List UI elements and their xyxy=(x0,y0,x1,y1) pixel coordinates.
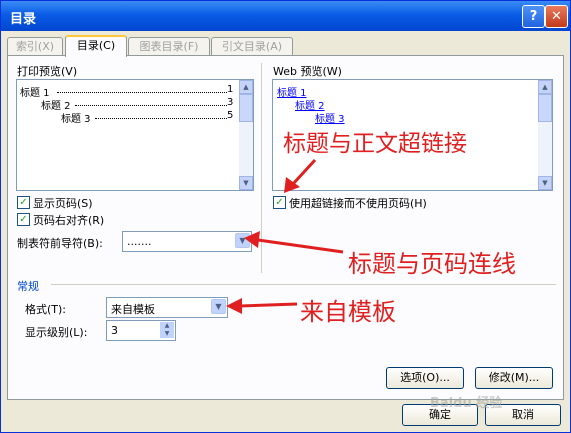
spin-down-icon[interactable]: ▼ xyxy=(160,330,174,338)
chevron-down-icon[interactable]: ▼ xyxy=(211,299,226,314)
print-preview-label: 打印预览(V) xyxy=(17,65,78,78)
print-preview-box: 标题 1 标题 2 标题 3 1 3 5 ▲ ▼ xyxy=(16,79,254,191)
column-divider xyxy=(261,63,262,273)
format-select[interactable]: 来自模板 ▼ xyxy=(106,297,228,318)
levels-value: 3 xyxy=(111,324,118,337)
scroll-thumb[interactable] xyxy=(239,94,253,122)
tab-leader-select[interactable]: ....... ▼ xyxy=(122,231,252,252)
format-label: 格式(T): xyxy=(25,303,67,316)
spin-up-icon[interactable]: ▲ xyxy=(160,322,174,330)
general-group-label: 常规 xyxy=(17,280,39,293)
watermark: Baidu 经验 xyxy=(430,396,503,411)
show-page-numbers-label: 显示页码(S) xyxy=(33,197,93,210)
show-page-numbers-checkbox[interactable]: ✓ xyxy=(17,196,30,209)
annotation-template: 来自模板 xyxy=(300,298,396,326)
levels-label: 显示级别(L): xyxy=(25,326,88,339)
chevron-down-icon[interactable]: ▼ xyxy=(235,233,250,248)
scroll-up-icon[interactable]: ▲ xyxy=(538,80,552,94)
group-divider xyxy=(51,284,556,285)
web-preview-scrollbar[interactable]: ▲ ▼ xyxy=(538,80,552,190)
print-heading-3: 标题 3 xyxy=(61,114,91,125)
tab-leader-value: ....... xyxy=(127,235,152,248)
print-page-3: 3 xyxy=(227,97,234,108)
tab-leader-label: 制表符前导符(B): xyxy=(17,237,103,250)
scroll-up-icon[interactable]: ▲ xyxy=(239,80,253,94)
toc-dialog: 目录 ? ✕ 索引(X) 目录(C) 图表目录(F) 引文目录(A) 打印预览(… xyxy=(0,0,571,433)
tab-toc[interactable]: 目录(C) xyxy=(65,35,127,57)
format-value: 来自模板 xyxy=(111,303,155,316)
tab-figures[interactable]: 图表目录(F) xyxy=(128,37,210,55)
annotation-leader: 标题与页码连线 xyxy=(348,250,516,278)
right-align-checkbox[interactable]: ✓ xyxy=(17,213,30,226)
web-link-heading-3[interactable]: 标题 3 xyxy=(315,110,345,125)
tab-index[interactable]: 索引(X) xyxy=(7,37,63,55)
web-preview-label: Web 预览(W) xyxy=(273,65,342,78)
tab-citations[interactable]: 引文目录(A) xyxy=(211,37,293,55)
modify-button[interactable]: 修改(M)... xyxy=(475,367,553,389)
print-page-5: 5 xyxy=(227,110,234,121)
close-button[interactable]: ✕ xyxy=(545,5,568,28)
print-page-1: 1 xyxy=(227,84,234,95)
leader-dots-1 xyxy=(57,92,227,93)
title-bar: 目录 ? ✕ xyxy=(1,1,570,31)
use-hyperlinks-checkbox[interactable]: ✓ xyxy=(273,196,286,209)
window-title: 目录 xyxy=(10,12,37,27)
scroll-thumb[interactable] xyxy=(538,94,552,122)
right-align-label: 页码右对齐(R) xyxy=(33,214,105,227)
annotation-hyperlink: 标题与正文超链接 xyxy=(283,131,467,157)
help-button[interactable]: ? xyxy=(522,5,545,28)
scroll-down-icon[interactable]: ▼ xyxy=(239,176,253,190)
levels-spinner[interactable]: 3 ▲ ▼ xyxy=(106,320,176,341)
leader-dots-2 xyxy=(75,105,227,106)
print-preview-scrollbar[interactable]: ▲ ▼ xyxy=(239,80,253,190)
leader-dots-3 xyxy=(95,118,227,119)
scroll-down-icon[interactable]: ▼ xyxy=(538,176,552,190)
use-hyperlinks-label: 使用超链接而不使用页码(H) xyxy=(289,197,427,210)
options-button[interactable]: 选项(O)... xyxy=(386,367,464,389)
